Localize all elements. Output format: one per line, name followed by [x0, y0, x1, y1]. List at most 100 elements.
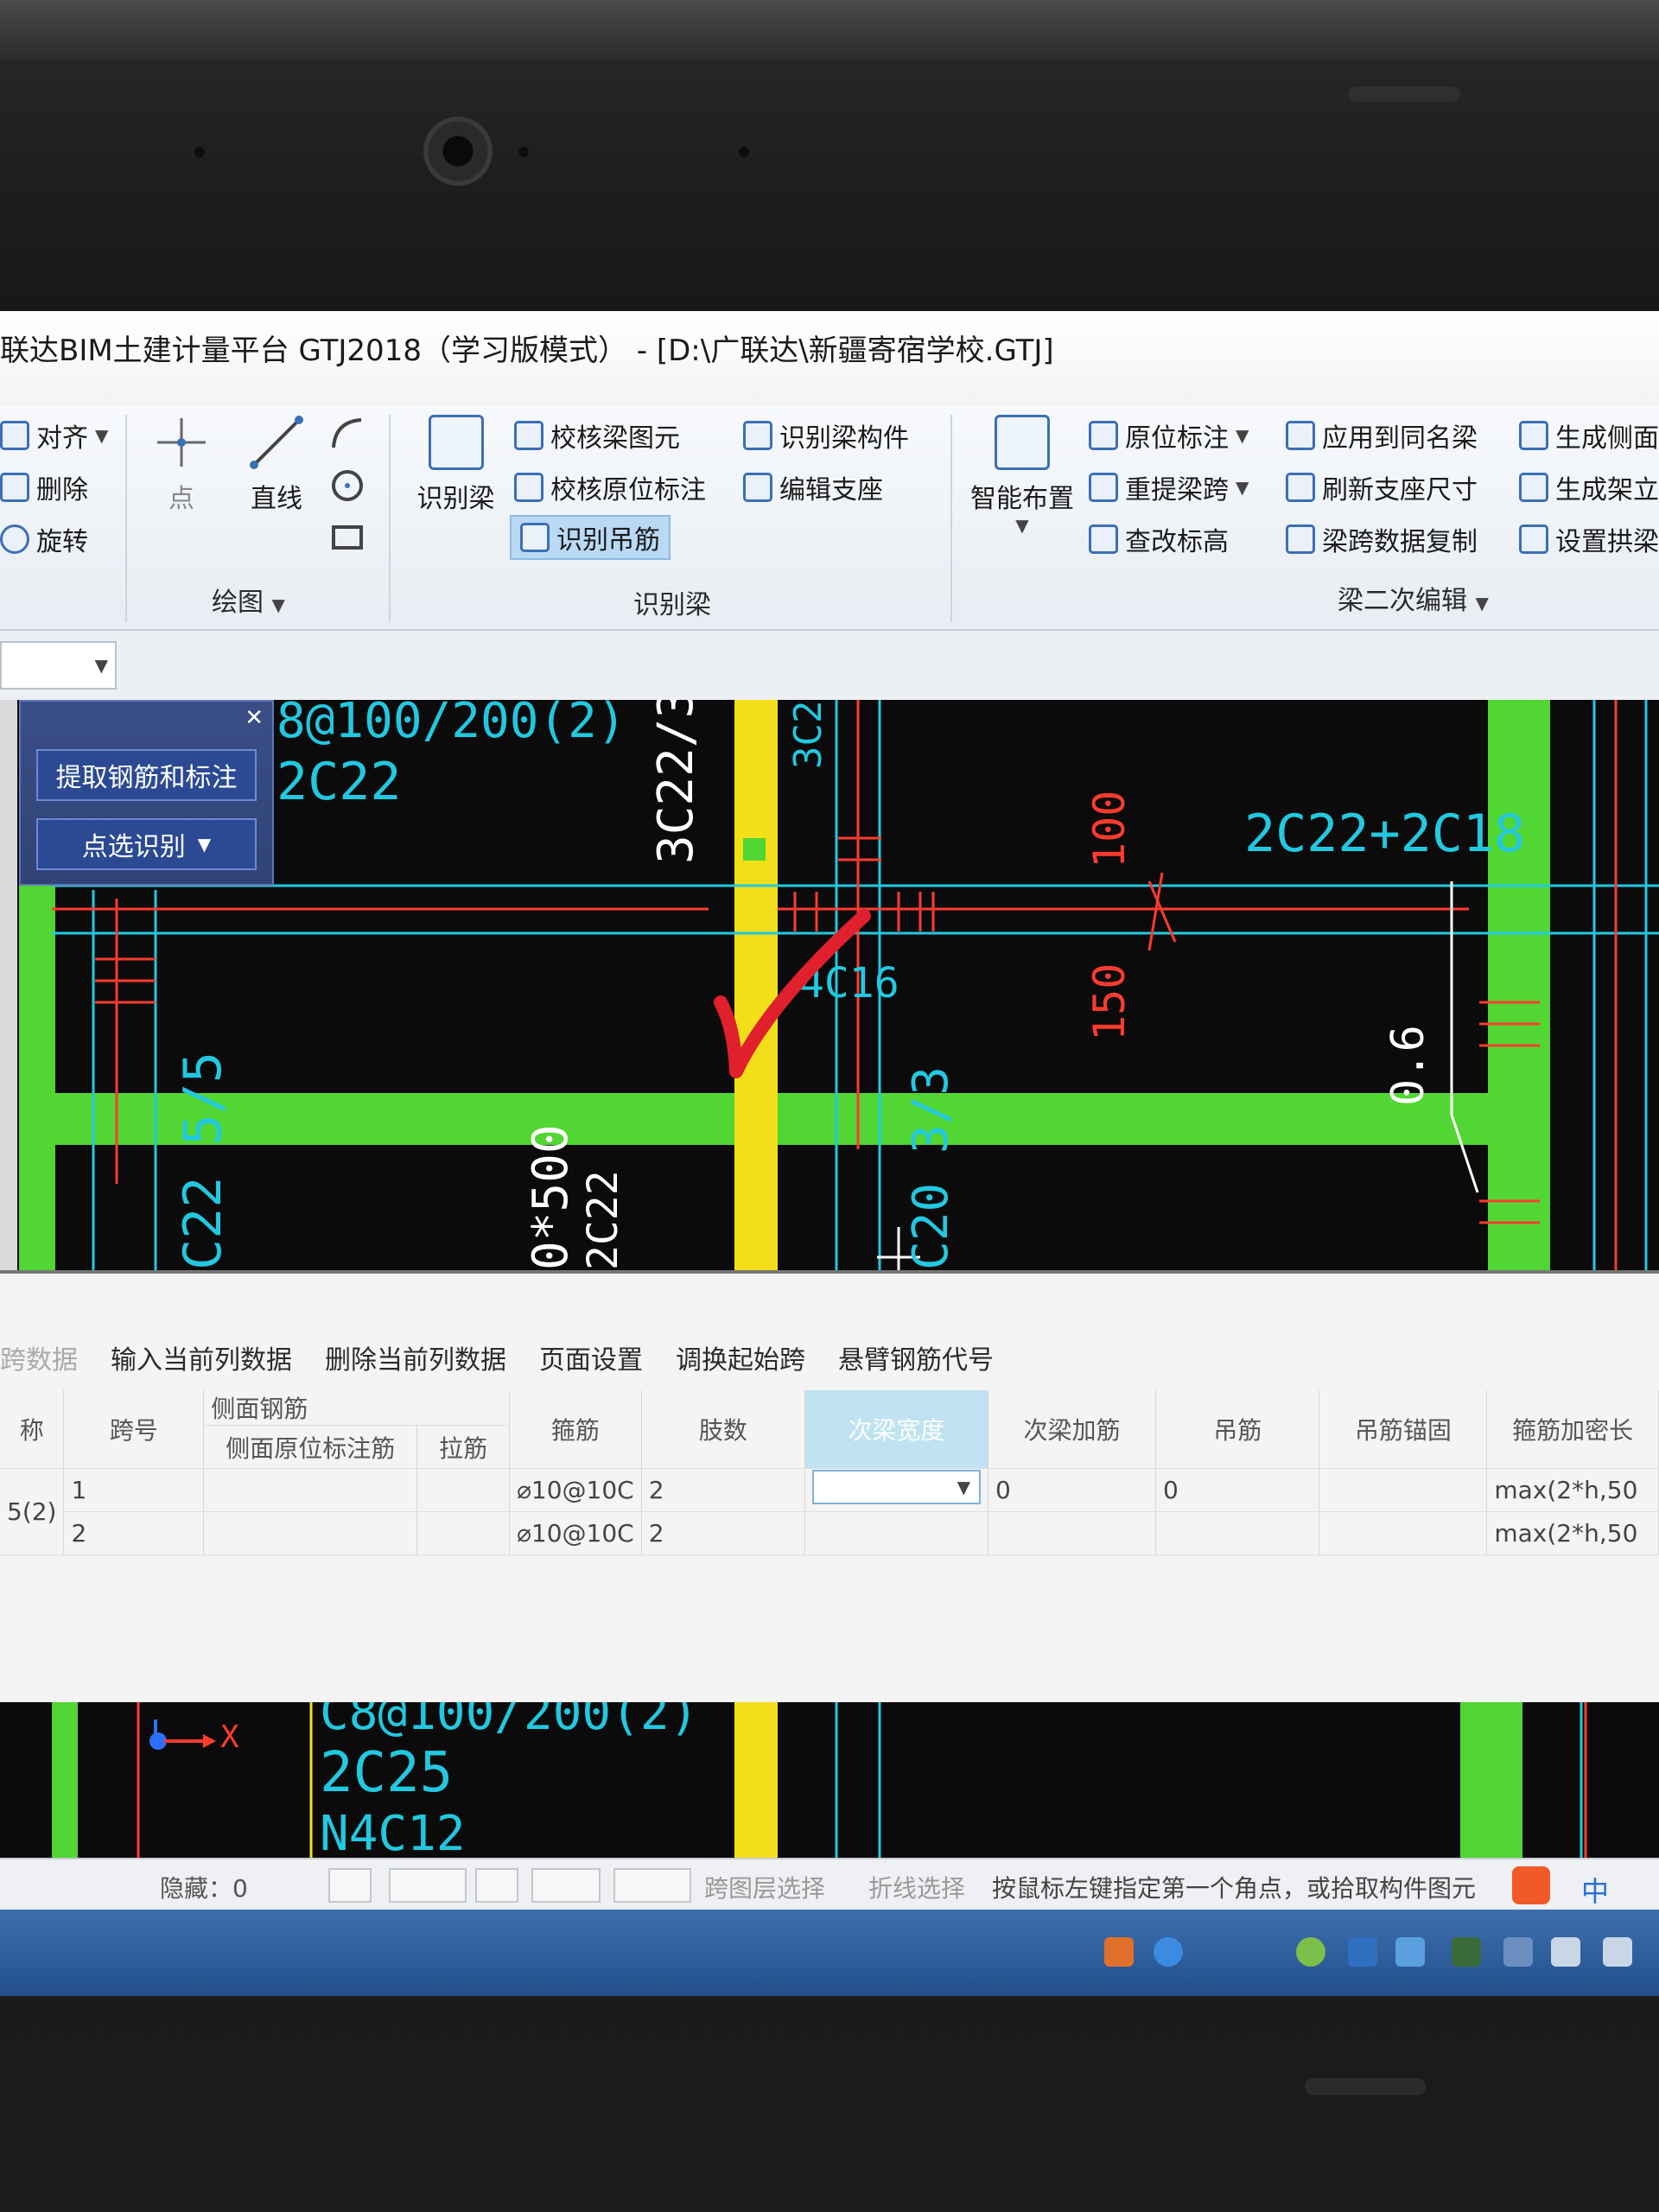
- cell-stirrup-dense[interactable]: max(2*h,50: [1486, 1468, 1659, 1512]
- taskbar: [0, 1910, 1659, 1996]
- secondary-width-dropdown[interactable]: ▼: [812, 1470, 982, 1504]
- span-data-button[interactable]: 跨数据: [0, 1338, 78, 1390]
- recognize-beam-button[interactable]: 识别梁: [410, 415, 501, 515]
- check-in-situ-button[interactable]: 校核原位标注: [514, 468, 706, 506]
- cross-layer-select-button[interactable]: 跨图层选择: [704, 1870, 825, 1904]
- cell-secondary-extra[interactable]: [988, 1511, 1157, 1555]
- cell-hanger[interactable]: 0: [1155, 1468, 1320, 1512]
- col-secondary-width[interactable]: 次梁宽度: [804, 1390, 989, 1469]
- cell-span[interactable]: 1: [63, 1468, 205, 1512]
- beam-secondary-edit-group-label[interactable]: 梁二次编辑 ▼: [1338, 579, 1489, 617]
- angle-toggle[interactable]: [531, 1868, 601, 1903]
- point-tool[interactable]: 点: [147, 415, 216, 515]
- check-elevation-button[interactable]: 查改标高: [1089, 520, 1229, 558]
- ortho-toggle[interactable]: [328, 1868, 372, 1903]
- edit-supports-button[interactable]: 编辑支座: [743, 468, 883, 506]
- cell-stirrup[interactable]: ⌀10@10C: [509, 1468, 642, 1512]
- cell-hanger-anchor[interactable]: [1319, 1511, 1488, 1555]
- layer-combo[interactable]: ▼: [0, 641, 117, 690]
- arc-icon[interactable]: [328, 415, 366, 456]
- re-extract-span-button[interactable]: 重提梁跨 ▼: [1089, 468, 1249, 506]
- extract-bars-button[interactable]: 提取钢筋和标注: [36, 749, 257, 801]
- recognize-beam-components-label: 识别梁构件: [779, 423, 909, 454]
- table-row[interactable]: 2 ⌀10@10C 2 max(2*h,50: [0, 1511, 1659, 1555]
- circle-icon[interactable]: [328, 467, 366, 508]
- refresh-support-size-label: 刷新支座尺寸: [1322, 475, 1478, 505]
- close-icon[interactable]: ✕: [245, 705, 264, 731]
- cad-label: 2C22+2C18: [1244, 804, 1526, 864]
- offset-toggle[interactable]: [613, 1868, 691, 1903]
- smart-layout-button[interactable]: 智能布置 ▼: [966, 415, 1078, 536]
- cell-tie-bar[interactable]: [416, 1511, 511, 1555]
- in-situ-label-button[interactable]: 原位标注 ▼: [1089, 416, 1249, 454]
- check-in-situ-label: 校核原位标注: [550, 475, 706, 505]
- snap-toggle[interactable]: [389, 1868, 467, 1903]
- page-setup-button[interactable]: 页面设置: [539, 1338, 643, 1390]
- drawing-canvas-lower[interactable]: X C8@100/200(2) 2C25 N4C12: [0, 1702, 1659, 1858]
- point-label: 点: [168, 484, 194, 514]
- cell-secondary-width[interactable]: [804, 1511, 989, 1555]
- cantilever-code-button[interactable]: 悬臂钢筋代号: [838, 1338, 994, 1390]
- cad-label: 2C22: [579, 1170, 627, 1270]
- beam-table-panel: 跨数据 输入当前列数据 删除当前列数据 页面设置 调换起始跨 悬臂钢筋代号 称 …: [0, 1270, 1659, 1702]
- recognize-beam-components-button[interactable]: 识别梁构件: [743, 416, 909, 454]
- generate-side-button[interactable]: 生成侧面: [1519, 416, 1659, 454]
- refresh-support-size-button[interactable]: 刷新支座尺寸: [1286, 468, 1478, 506]
- delete-button[interactable]: 删除: [0, 468, 88, 506]
- bezel-edge: [0, 0, 1659, 60]
- apply-same-name-label: 应用到同名梁: [1322, 423, 1478, 454]
- set-arch-button[interactable]: 设置拱梁: [1519, 520, 1659, 558]
- polyline-select-button[interactable]: 折线选择: [868, 1870, 965, 1904]
- swap-start-span-button[interactable]: 调换起始跨: [676, 1338, 805, 1390]
- ime-tray-icon[interactable]: [1104, 1937, 1134, 1967]
- check-beam-elements-button[interactable]: 校核梁图元: [514, 416, 680, 454]
- line-tool[interactable]: 直线: [242, 415, 311, 515]
- arch-icon: [1519, 524, 1548, 554]
- cell-tie-bar[interactable]: [416, 1468, 511, 1512]
- flag-icon[interactable]: [1551, 1937, 1580, 1967]
- input-column-button[interactable]: 输入当前列数据: [111, 1338, 292, 1390]
- table-row[interactable]: 5(2) 1 ⌀10@10C 2 ▼ 0 0 max(2*h,50: [0, 1468, 1659, 1555]
- align-button[interactable]: 对齐 ▼: [0, 416, 108, 454]
- apply-same-name-button[interactable]: 应用到同名梁: [1286, 416, 1478, 454]
- recognize-hanger-button[interactable]: 识别吊筋: [510, 515, 671, 560]
- tray-icon[interactable]: [1395, 1937, 1425, 1967]
- delete-column-button[interactable]: 删除当前列数据: [325, 1338, 506, 1390]
- cell-stirrup[interactable]: ⌀10@10C: [509, 1511, 642, 1555]
- point-select-button[interactable]: 点选识别 ▼: [36, 818, 257, 870]
- cell-hanger-anchor[interactable]: [1319, 1468, 1488, 1512]
- chevron-down-icon: ▼: [271, 594, 285, 615]
- dynamic-input-toggle[interactable]: [475, 1868, 518, 1903]
- rectangle-icon[interactable]: [328, 518, 366, 560]
- bluetooth-icon[interactable]: [1503, 1937, 1533, 1967]
- cell-secondary-width[interactable]: ▼: [804, 1468, 989, 1512]
- rotate-button[interactable]: 旋转: [0, 520, 88, 558]
- gpu-icon[interactable]: [1452, 1937, 1481, 1967]
- cell-name[interactable]: 5(2): [0, 1468, 65, 1555]
- cell-legs[interactable]: 2: [641, 1468, 806, 1512]
- cell-legs[interactable]: 2: [641, 1511, 806, 1555]
- point-icon: [154, 415, 209, 470]
- tray-icon[interactable]: [1296, 1937, 1325, 1967]
- draw-group-label[interactable]: 绘图 ▼: [212, 581, 285, 619]
- cad-label: C20 3/3: [903, 1065, 959, 1270]
- network-icon[interactable]: [1603, 1937, 1632, 1967]
- shield-icon[interactable]: [1348, 1937, 1377, 1967]
- ime-mode[interactable]: 中: [1581, 1870, 1609, 1910]
- cell-side-in-situ[interactable]: [203, 1468, 418, 1512]
- cell-secondary-extra[interactable]: 0: [988, 1468, 1157, 1512]
- label-icon: [1089, 421, 1118, 450]
- cell-stirrup-dense[interactable]: max(2*h,50: [1486, 1511, 1659, 1555]
- ime-logo-icon[interactable]: [1512, 1866, 1550, 1904]
- hidden-count: 隐藏：0: [160, 1874, 248, 1903]
- help-icon[interactable]: [1154, 1937, 1183, 1967]
- rotate-icon: [0, 524, 29, 554]
- generate-erect-button[interactable]: 生成架立: [1519, 468, 1659, 506]
- cell-side-in-situ[interactable]: [203, 1511, 418, 1555]
- col-span: 跨号: [63, 1390, 205, 1469]
- cell-span[interactable]: 2: [63, 1511, 205, 1555]
- separator: [950, 415, 952, 622]
- copy-span-data-button[interactable]: 梁跨数据复制: [1286, 520, 1478, 558]
- delete-icon: [0, 473, 29, 502]
- cell-hanger[interactable]: [1155, 1511, 1320, 1555]
